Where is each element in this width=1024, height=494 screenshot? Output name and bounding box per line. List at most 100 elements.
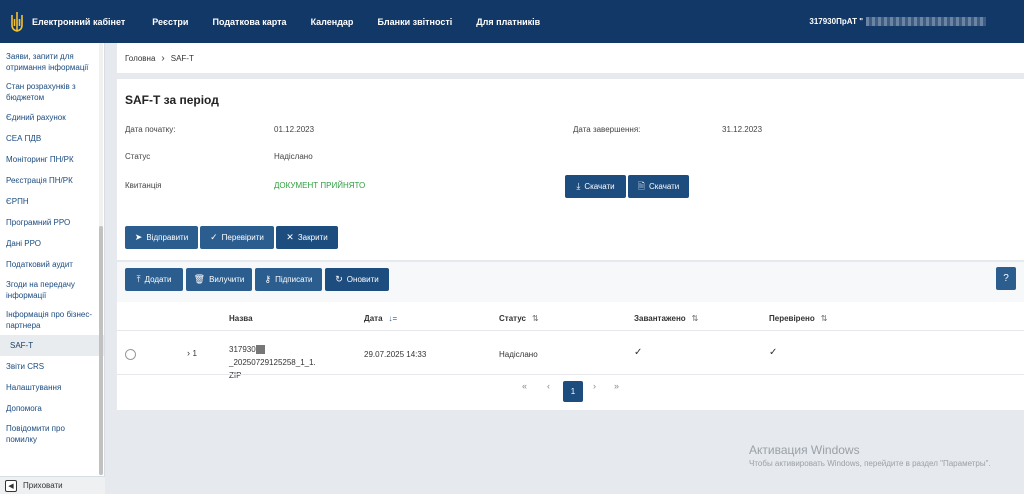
column-checked-label: Перевірено: [769, 314, 815, 323]
sort-desc-icon: ↓=: [388, 314, 398, 323]
sidebar-item-single-account[interactable]: Єдиний рахунок: [0, 107, 104, 128]
refresh-button[interactable]: ↻ Оновити: [325, 268, 389, 291]
sort-icon: ⇅: [531, 314, 539, 323]
close-label: Закрити: [297, 233, 328, 242]
column-header-checked[interactable]: Перевірено ⇅: [769, 314, 827, 323]
sidebar-item-partner-info[interactable]: Інформація про бізнес-партнера: [0, 305, 104, 335]
delete-label: Вилучити: [209, 275, 245, 284]
sort-icon: ⇅: [820, 314, 828, 323]
windows-activation-title: Активация Windows: [749, 443, 860, 457]
row-expander-count: 1: [192, 349, 197, 358]
sidebar-scrollbar-thumb[interactable]: [99, 226, 103, 475]
upload-icon: ⤒: [136, 274, 141, 284]
nav-registries[interactable]: Реєстри: [152, 17, 188, 27]
column-header-status[interactable]: Статус ⇅: [499, 314, 539, 323]
checked-check-icon: ✓: [769, 347, 778, 358]
top-navbar: Електронний кабінет Реєстри Податкова ка…: [0, 0, 1024, 43]
column-name-label: Назва: [229, 314, 253, 323]
end-date-label: Дата завершення:: [573, 125, 641, 134]
file-name-rest: _20250729125258_1_1.: [229, 358, 316, 367]
nav-report-forms[interactable]: Бланки звітності: [377, 17, 452, 27]
grid-toolbar: [117, 262, 1024, 302]
sidebar: Заяви, запити для отримання інформації С…: [0, 43, 105, 494]
send-label: Відправити: [146, 233, 189, 242]
chevron-right-icon: ›: [161, 52, 165, 64]
end-date-value: 31.12.2023: [722, 125, 763, 134]
sidebar-item-crs-reports[interactable]: Звіти CRS: [0, 356, 104, 377]
column-header-name[interactable]: Назва: [229, 314, 253, 323]
start-date-label: Дата початку:: [125, 125, 176, 134]
send-button[interactable]: ➤ Відправити: [125, 226, 198, 249]
redacted-mark: [255, 345, 265, 355]
sidebar-item-requests[interactable]: Заяви, запити для отримання інформації: [0, 47, 104, 77]
loaded-check-icon: ✓: [634, 347, 643, 358]
add-button[interactable]: ⤒ Додати: [125, 268, 183, 291]
sidebar-item-settings[interactable]: Налаштування: [0, 377, 104, 398]
redacted-name: [866, 17, 986, 27]
sidebar-item-consents[interactable]: Згоди на передачу інформації: [0, 275, 104, 305]
column-header-loaded[interactable]: Завантажено ⇅: [634, 314, 698, 323]
check-button[interactable]: ✓ Перевірити: [200, 226, 274, 249]
nav-for-payers[interactable]: Для платників: [476, 17, 540, 27]
delete-button[interactable]: 🗑 Вилучити: [186, 268, 252, 291]
breadcrumb-home[interactable]: Головна: [125, 54, 155, 63]
sidebar-item-help[interactable]: Допомога: [0, 398, 104, 419]
user-suffix: ПрАТ ": [836, 17, 863, 26]
sidebar-item-rro-data[interactable]: Дані РРО: [0, 233, 104, 254]
sidebar-item-sea-vat[interactable]: СЕА ПДВ: [0, 128, 104, 149]
file-name-ext: ZIP: [229, 371, 242, 380]
sidebar-item-budget-settlements[interactable]: Стан розрахунків з бюджетом: [0, 77, 104, 107]
receipt-label: Квитанція: [125, 181, 162, 190]
prev-page-button[interactable]: ‹: [547, 381, 550, 391]
sign-button[interactable]: ⚷ Підписати: [255, 268, 322, 291]
download-button-1[interactable]: ⤓ Скачати: [565, 175, 626, 198]
last-page-button[interactable]: »: [614, 381, 619, 391]
download-icon: ⤓: [576, 181, 581, 191]
download-label-2: Скачати: [648, 182, 680, 191]
column-date-label: Дата: [364, 314, 383, 323]
windows-activation-subtitle: Чтобы активировать Windows, перейдите в …: [749, 459, 991, 468]
key-icon: ⚷: [264, 274, 272, 284]
chevron-right-icon: ›: [187, 348, 190, 358]
trident-logo-icon[interactable]: [10, 11, 24, 33]
sidebar-item-erpn[interactable]: ЄРПН: [0, 191, 104, 212]
row-expander[interactable]: › 1: [187, 348, 197, 358]
send-icon: ➤: [134, 232, 143, 242]
download-button-2[interactable]: 🗎 Скачати: [628, 175, 689, 198]
sidebar-item-saf-t[interactable]: SAF-T: [0, 335, 104, 356]
current-page-button[interactable]: 1: [563, 381, 583, 402]
help-button[interactable]: ?: [996, 267, 1016, 290]
row-file-name[interactable]: 317930 _20250729125258_1_1. ZIP: [229, 343, 349, 382]
sidebar-item-report-error[interactable]: Повідомити про помилку: [0, 419, 104, 449]
trash-icon: 🗑: [193, 274, 206, 284]
sidebar-item-registration[interactable]: Реєстрація ПН/РК: [0, 170, 104, 191]
sidebar-item-tax-audit[interactable]: Податковий аудит: [0, 254, 104, 275]
close-button[interactable]: ✕ Закрити: [276, 226, 338, 249]
column-header-date[interactable]: Дата ↓=: [364, 314, 397, 323]
sidebar-item-monitoring[interactable]: Моніторинг ПН/РК: [0, 149, 104, 170]
sign-label: Підписати: [275, 275, 313, 284]
row-status: Надіслано: [499, 350, 538, 359]
hide-sidebar-button[interactable]: ◀ Приховати: [0, 476, 105, 494]
sort-icon: ⇅: [691, 314, 699, 323]
start-date-value: 01.12.2023: [274, 125, 315, 134]
file-icon: 🗎: [637, 180, 645, 191]
checkmark-icon: ✓: [210, 232, 218, 242]
row-select-radio[interactable]: [125, 349, 136, 360]
breadcrumb-current: SAF-T: [170, 53, 194, 63]
nav-calendar[interactable]: Календар: [311, 17, 354, 27]
user-code: 317930: [809, 17, 837, 26]
sidebar-item-software-rro[interactable]: Програмний РРО: [0, 212, 104, 233]
refresh-label: Оновити: [346, 275, 379, 284]
hide-sidebar-label: Приховати: [23, 481, 63, 490]
brand-title[interactable]: Електронний кабінет: [32, 17, 125, 27]
nav-tax-map[interactable]: Податкова карта: [212, 17, 286, 27]
page-title: SAF-T за період: [125, 93, 219, 107]
next-page-button[interactable]: ›: [593, 381, 596, 391]
download-label-1: Скачати: [584, 182, 615, 191]
status-value: Надіслано: [274, 152, 313, 161]
receipt-value: ДОКУМЕНТ ПРИЙНЯТО: [274, 181, 366, 190]
user-menu[interactable]: 317930ПрАТ ": [809, 17, 986, 27]
first-page-button[interactable]: «: [522, 381, 527, 391]
column-loaded-label: Завантажено: [634, 314, 686, 323]
